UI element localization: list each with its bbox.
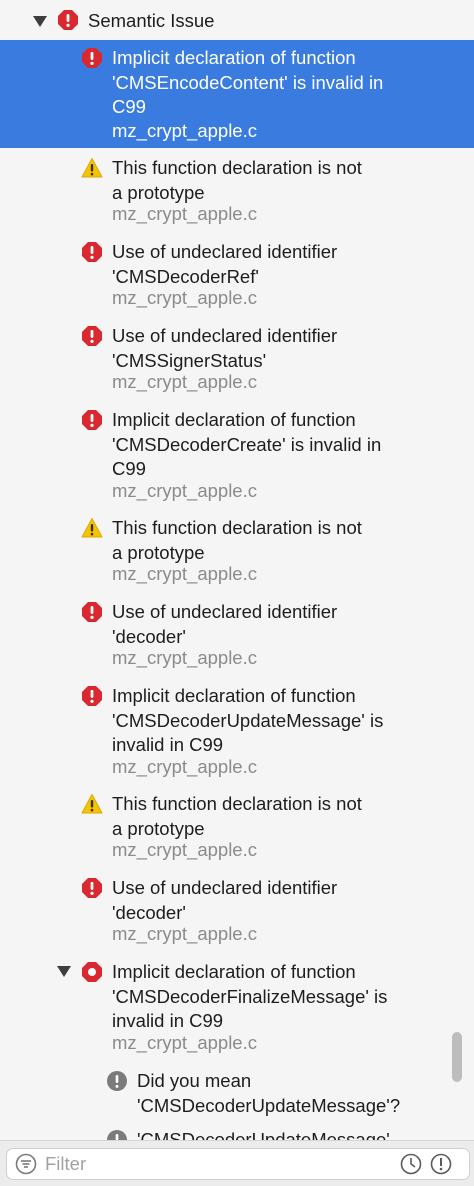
disclosure-triangle-icon[interactable] — [33, 16, 47, 27]
warning-icon — [81, 793, 103, 815]
filter-icon[interactable] — [15, 1153, 37, 1175]
warning-icon — [81, 157, 103, 179]
note-row[interactable]: 'CMSDecoderUpdateMessage' — [0, 1122, 474, 1140]
issue-row[interactable]: Implicit declaration of function 'CMSDec… — [0, 678, 474, 784]
error-icon — [81, 601, 103, 623]
issue-row[interactable]: Implicit declaration of function 'CMSDec… — [0, 402, 474, 508]
note-icon — [106, 1129, 128, 1140]
issue-file-name: mz_crypt_apple.c — [112, 371, 257, 392]
issue-message: Implicit declaration of function 'CMSDec… — [112, 685, 384, 755]
issue-file-name: mz_crypt_apple.c — [112, 203, 257, 224]
issue-navigator: Semantic Issue Implicit declaration of f… — [0, 0, 474, 1140]
issue-file-name: mz_crypt_apple.c — [112, 647, 257, 668]
error-icon — [81, 325, 103, 347]
issue-message: This function declaration is not a proto… — [112, 157, 362, 203]
recent-clock-icon[interactable] — [400, 1153, 422, 1175]
issue-file-name: mz_crypt_apple.c — [112, 839, 257, 860]
issue-message: Use of undeclared identifier 'CMSSignerS… — [112, 325, 338, 371]
issue-row[interactable]: Implicit declaration of function 'CMSEnc… — [0, 40, 474, 148]
issue-message: Implicit declaration of function 'CMSDec… — [112, 409, 382, 479]
scrollbar-thumb[interactable] — [452, 1032, 462, 1082]
issue-row[interactable]: This function declaration is not a proto… — [0, 150, 474, 232]
issue-row[interactable]: This function declaration is not a proto… — [0, 786, 474, 868]
issue-file-name: mz_crypt_apple.c — [112, 1032, 257, 1053]
group-label: Semantic Issue — [88, 10, 215, 31]
error-icon — [81, 47, 103, 69]
issue-message: This function declaration is not a proto… — [112, 793, 362, 839]
error-icon — [81, 877, 103, 899]
issue-file-name: mz_crypt_apple.c — [112, 756, 257, 777]
issue-row[interactable]: Implicit declaration of function 'CMSDec… — [0, 954, 474, 1060]
issue-row[interactable]: This function declaration is not a proto… — [0, 510, 474, 592]
errors-only-icon[interactable] — [430, 1153, 452, 1175]
error-icon — [57, 9, 79, 31]
issue-file-name: mz_crypt_apple.c — [112, 923, 257, 944]
error-icon — [81, 241, 103, 263]
error-icon — [81, 685, 103, 707]
issue-file-name: mz_crypt_apple.c — [112, 480, 257, 501]
note-row[interactable]: Did you mean 'CMSDecoderUpdateMessage'? — [0, 1063, 474, 1119]
issue-row[interactable]: Use of undeclared identifier 'CMSDecoder… — [0, 234, 474, 316]
issue-message: Use of undeclared identifier 'CMSDecoder… — [112, 241, 338, 287]
issue-message: Use of undeclared identifier 'decoder' — [112, 601, 338, 647]
issue-message: Use of undeclared identifier 'decoder' — [112, 877, 338, 923]
issue-file-name: mz_crypt_apple.c — [112, 563, 257, 584]
note-icon — [106, 1070, 128, 1092]
filter-bar — [0, 1140, 474, 1186]
filter-field[interactable] — [6, 1148, 470, 1180]
filter-input[interactable] — [45, 1152, 385, 1176]
note-message: 'CMSDecoderUpdateMessage' — [137, 1129, 390, 1140]
error-icon — [81, 961, 103, 983]
issue-file-name: mz_crypt_apple.c — [112, 120, 257, 141]
group-header-semantic-issue[interactable]: Semantic Issue — [0, 4, 474, 36]
note-message: Did you mean 'CMSDecoderUpdateMessage'? — [137, 1070, 401, 1116]
issue-row[interactable]: Use of undeclared identifier 'decoder' mz… — [0, 594, 474, 676]
issue-message: Implicit declaration of function 'CMSEnc… — [112, 47, 384, 117]
issue-message: This function declaration is not a proto… — [112, 517, 362, 563]
disclosure-triangle-icon[interactable] — [57, 966, 71, 977]
warning-icon — [81, 517, 103, 539]
issue-message: Implicit declaration of function 'CMSDec… — [112, 961, 388, 1031]
issue-row[interactable]: Use of undeclared identifier 'CMSSignerS… — [0, 318, 474, 400]
issue-file-name: mz_crypt_apple.c — [112, 287, 257, 308]
issue-row[interactable]: Use of undeclared identifier 'decoder' mz… — [0, 870, 474, 952]
error-icon — [81, 409, 103, 431]
